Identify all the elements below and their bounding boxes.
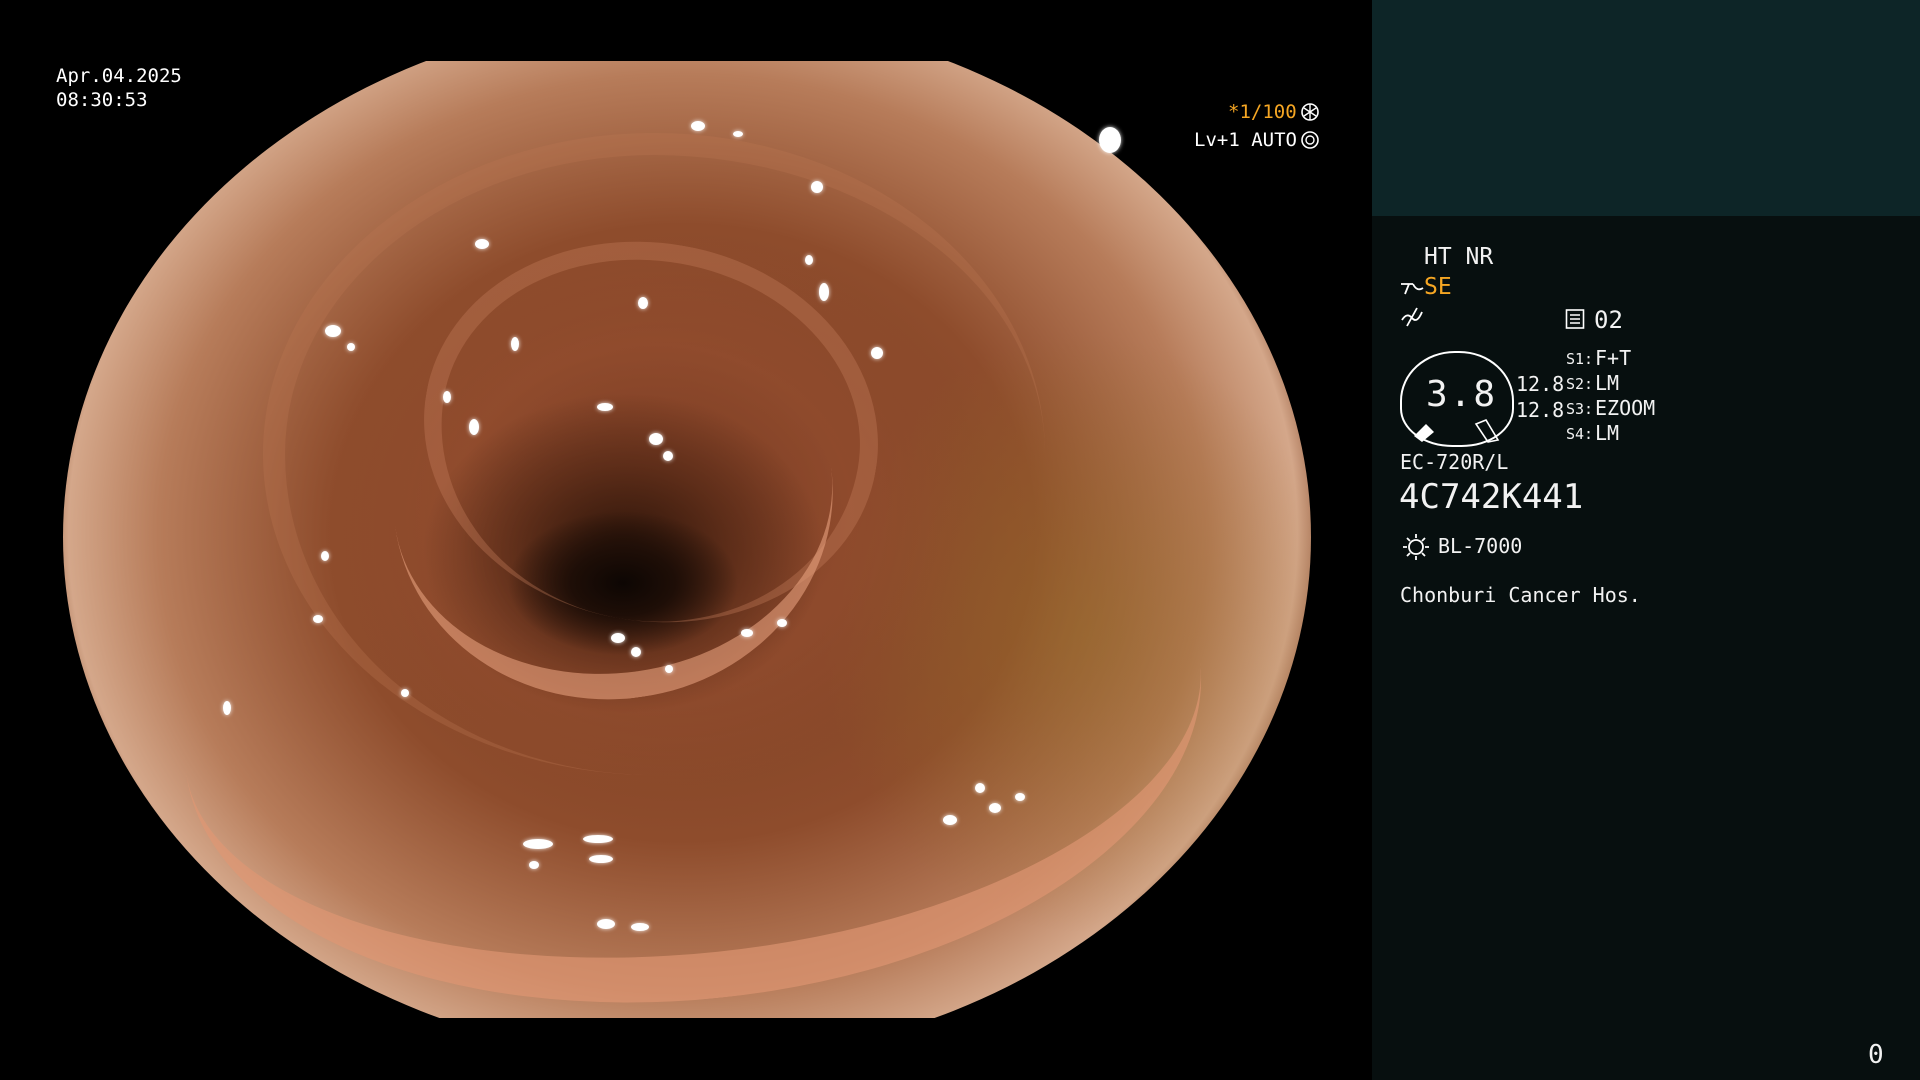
specular-highlight [589,855,613,863]
exam-time: 08:30:53 [56,89,148,111]
specular-highlight [805,255,813,265]
image-mode: HT NR [1424,244,1494,270]
specular-highlight [649,433,663,445]
specular-highlight [325,325,341,337]
iris-level: Lv+1 AUTO [1194,129,1297,151]
memory-icon [1565,309,1585,329]
endoscope-viewport: Apr.04.2025 08:30:53 *1/100 Lv+1 AUTO [0,0,1372,1080]
specular-highlight [511,337,519,351]
structure-enhance-icon [1401,283,1424,295]
light-source-icon [1403,534,1429,560]
shutter-icon [1301,103,1319,121]
specular-highlight [321,551,329,561]
specular-highlight [777,619,787,627]
specular-highlight [347,343,355,351]
specular-highlight [523,839,553,849]
specular-highlight [475,239,489,249]
specular-highlight [469,419,479,435]
frame-counter: 0 [1868,1040,1884,1070]
hospital-name: Chonburi Cancer Hos. [1400,583,1641,607]
endoscope-image-frame [63,61,1311,1018]
specular-highlight [663,451,673,461]
gauge-side-value-2: 12.8 [1516,398,1565,422]
gauge-value: 3.8 [1426,374,1498,415]
auto-iris-icon [1301,131,1319,149]
specular-highlight [631,923,649,931]
specular-highlight [611,633,625,643]
specular-highlight [665,665,673,673]
switch-value: F+T [1595,346,1632,370]
specular-highlight [989,803,1001,813]
specular-highlight [638,297,648,309]
specular-highlight [691,121,705,131]
specular-highlight [631,647,641,657]
specular-highlight [811,181,823,193]
specular-highlight [741,629,753,637]
memory-number: 02 [1594,306,1623,334]
specular-highlight [943,815,957,825]
shutter-speed: *1/100 [1228,101,1297,123]
specular-highlight [401,689,409,697]
scope-serial: 4C742K441 [1399,477,1584,517]
switch-key: S3: [1566,400,1594,418]
specular-highlight [1015,793,1025,801]
specular-highlight [529,861,539,869]
switch-value: LM [1595,421,1620,445]
specular-highlight [443,391,451,403]
specular-highlight [313,615,323,623]
switch-key: S4: [1566,425,1594,443]
specular-highlight [597,403,613,411]
structure-enhancement: SE [1424,274,1452,300]
specular-highlight [733,131,743,137]
specular-highlight [597,919,615,929]
specular-highlight [819,283,829,301]
specular-highlight [871,347,883,359]
switch-value: EZOOM [1595,396,1656,420]
switch-value: LM [1595,371,1620,395]
gauge-side-value-1: 12.8 [1516,372,1565,396]
noise-icon [1401,307,1423,327]
specular-highlight [975,783,985,793]
specular-highlight [1099,127,1121,153]
specular-highlight [223,701,231,715]
endoscope-image [63,61,1311,1018]
switch-key: S2: [1566,375,1594,393]
thumbnail-area [1372,0,1920,216]
switch-key: S1: [1566,350,1594,368]
scope-model: EC-720R/L [1400,450,1509,474]
light-source: BL-7000 [1438,534,1523,558]
exam-date: Apr.04.2025 [56,65,182,87]
specular-highlight [583,835,613,843]
gauge-indicator [1414,419,1500,443]
